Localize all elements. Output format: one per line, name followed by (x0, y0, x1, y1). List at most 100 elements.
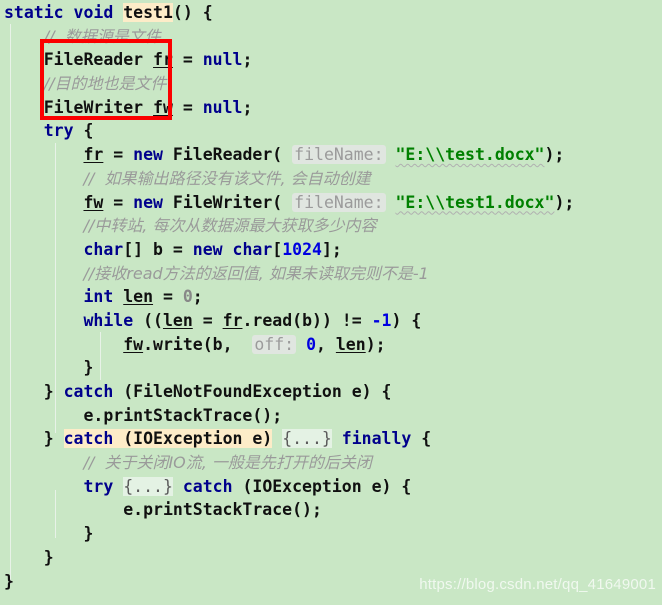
assign-op-3: = (172, 50, 203, 70)
comma-15: , (316, 334, 336, 354)
variable-fw[interactable]: fw (153, 98, 173, 117)
code-line-12[interactable]: //接收read方法的返回值, 如果未读取完则不是-1 (0, 262, 662, 286)
comment-read-return: //接收read方法的返回值, 如果未读取完则不是-1 (83, 263, 429, 283)
param-hint-filename-2: fileName: (292, 192, 386, 212)
comment-autocreate: // 如果输出路径没有该文件, 会自动创建 (83, 168, 371, 188)
variable-fr-14[interactable]: fr (223, 311, 243, 330)
variable-len-decl[interactable]: len (123, 287, 153, 306)
semicolon-5: ; (242, 97, 253, 117)
method-name-test1[interactable]: test1 (123, 3, 173, 22)
line14-tail: ) { (391, 310, 422, 330)
param-hint-off: off: (252, 334, 297, 354)
brace-close-finally: } (43, 547, 54, 567)
keyword-new-11: new (192, 239, 223, 259)
variable-fr[interactable]: fr (153, 50, 173, 69)
code-lines[interactable]: static void test1() { // 数据源是文件 FileRead… (0, 1, 662, 593)
keyword-null-3: null (202, 50, 243, 70)
keyword-new-9: new (133, 192, 163, 212)
string-path-test1-docx: "E:\\test1.docx" (395, 192, 555, 212)
catch-io-params[interactable]: (IOException e) (113, 429, 273, 449)
variable-fw-15[interactable]: fw (123, 335, 143, 354)
keyword-static: static (4, 3, 64, 22)
number-1024: 1024 (282, 239, 322, 259)
keyword-catch-fnf: catch (63, 382, 114, 401)
keyword-try-inner: try (83, 476, 114, 496)
brace-close-inner-catch: } (83, 524, 94, 544)
keyword-catch-inner: catch (182, 476, 233, 496)
call-write: .write(b, (143, 334, 243, 354)
string-path-test-docx: "E:\\test.docx" (395, 145, 545, 165)
semicolon-13: ; (192, 287, 203, 307)
comment-close-io: // 关于关闭IO流, 一般是先打开的后关闭 (83, 453, 372, 473)
comment-buffer: //中转站, 每次从数据源最大获取多少内容 (83, 216, 377, 236)
code-line-21[interactable]: try {...} catch (IOException e) { (0, 475, 662, 499)
assign-op-5: = (172, 97, 203, 117)
brace-close-catch: } (43, 429, 64, 449)
type-filewriter: FileWriter (43, 97, 144, 117)
assign-op-14: = (192, 310, 223, 330)
keyword-try-outer: try (43, 121, 74, 141)
code-editor-pane[interactable]: static void test1() { // 数据源是文件 FileRead… (0, 0, 662, 605)
keyword-catch-io[interactable]: catch (63, 429, 114, 449)
keyword-while: while (83, 310, 134, 330)
code-line-8[interactable]: // 如果输出路径没有该文件, 会自动创建 (0, 167, 662, 191)
assign-op-13: = (153, 287, 183, 307)
code-line-5[interactable]: FileWriter fw = null; (0, 96, 662, 120)
bracket-open-11: [ (272, 239, 283, 259)
keyword-void: void (73, 3, 114, 22)
code-line-20[interactable]: // 关于关闭IO流, 一般是先打开的后关闭 (0, 451, 662, 475)
variable-fw-assign[interactable]: fw (83, 193, 103, 212)
catch-inner-params: (IOException e) { (232, 476, 412, 496)
param-hint-filename-1: fileName: (292, 145, 386, 165)
line9-tail: ); (554, 192, 575, 212)
code-line-24[interactable]: } (0, 546, 662, 570)
comment-data-source: // 数据源是文件 (43, 26, 161, 46)
keyword-null-5: null (202, 97, 243, 117)
code-line-10[interactable]: //中转站, 每次从数据源最大获取多少内容 (0, 214, 662, 238)
code-line-17[interactable]: } catch (FileNotFoundException e) { (0, 380, 662, 404)
code-line-22[interactable]: e.printStackTrace(); (0, 498, 662, 522)
paren-open-14: (( (133, 310, 163, 330)
line15-tail: ); (365, 334, 386, 354)
catch-fnf-params: (FileNotFoundException e) { (113, 382, 392, 401)
brace-open-try: { (73, 121, 94, 141)
watermark-url: https://blog.csdn.net/qq_41649001 (419, 576, 656, 594)
code-line-2[interactable]: // 数据源是文件 (0, 25, 662, 49)
call-read: .read(b)) != (242, 310, 372, 330)
code-line-14[interactable]: while ((len = fr.read(b)) != -1) { (0, 309, 662, 333)
code-line-1[interactable]: static void test1() { (0, 1, 662, 25)
number-zero-13: 0 (182, 287, 193, 307)
code-line-15[interactable]: fw.write(b, off: 0, len); (0, 333, 662, 357)
folded-block-catch-io[interactable]: {...} (282, 429, 332, 449)
brace-close-while: } (83, 358, 94, 378)
variable-len-15[interactable]: len (336, 335, 366, 354)
assign-op-9: = (103, 192, 134, 212)
line1-tail: () { (172, 3, 213, 22)
variable-fr-assign[interactable]: fr (83, 145, 103, 164)
number-minus-one: -1 (371, 310, 392, 330)
code-line-16[interactable]: } (0, 356, 662, 380)
ctor-filewriter: FileWriter( (162, 192, 283, 212)
stmt-printstacktrace-1: e.printStackTrace(); (83, 405, 283, 425)
ctor-filereader: FileReader( (162, 145, 283, 165)
stmt-printstacktrace-2: e.printStackTrace(); (123, 500, 322, 520)
code-line-13[interactable]: int len = 0; (0, 285, 662, 309)
keyword-char-2: char (222, 239, 273, 259)
comment-destination: //目的地也是文件 (43, 74, 167, 94)
code-line-23[interactable]: } (0, 522, 662, 546)
brace-close-method: } (4, 571, 14, 591)
code-line-18[interactable]: e.printStackTrace(); (0, 404, 662, 428)
semicolon-3: ; (242, 50, 253, 70)
bracket-close-11: ]; (321, 239, 342, 259)
code-line-4[interactable]: //目的地也是文件 (0, 72, 662, 96)
code-line-6[interactable]: try { (0, 119, 662, 143)
variable-len-14[interactable]: len (163, 311, 193, 330)
folded-block-try-inner[interactable]: {...} (123, 476, 173, 496)
code-line-19[interactable]: } catch (IOException e) {...} finally { (0, 427, 662, 451)
code-line-7[interactable]: fr = new FileReader( fileName: "E:\\test… (0, 143, 662, 167)
assign-op-7: = (103, 145, 134, 165)
keyword-new-7: new (133, 145, 163, 165)
code-line-9[interactable]: fw = new FileWriter( fileName: "E:\\test… (0, 191, 662, 215)
code-line-3[interactable]: FileReader fr = null; (0, 48, 662, 72)
code-line-11[interactable]: char[] b = new char[1024]; (0, 238, 662, 262)
